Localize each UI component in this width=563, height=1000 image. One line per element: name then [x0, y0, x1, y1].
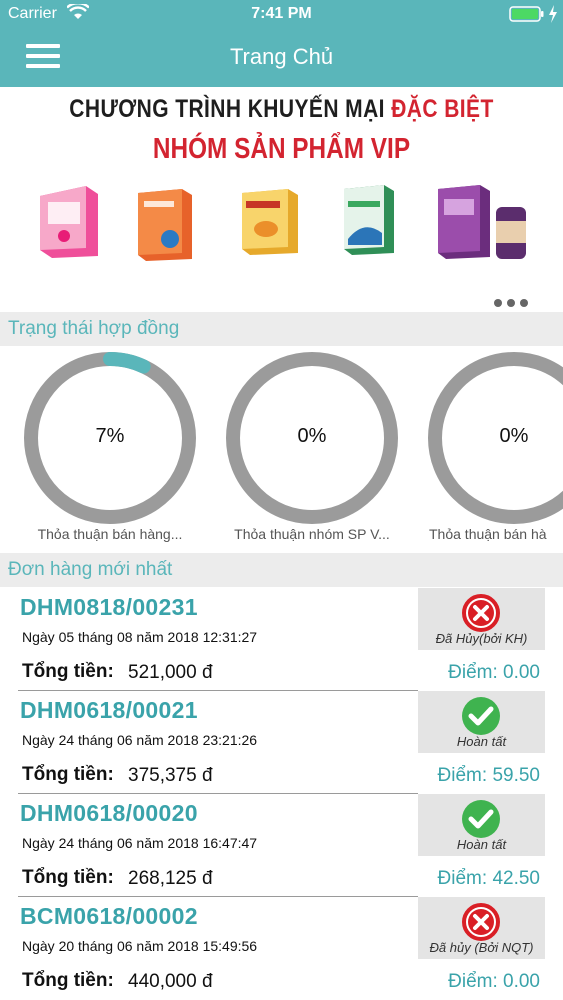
- carousel-dot: [520, 299, 528, 307]
- contract-gauge[interactable]: 0%: [224, 350, 400, 526]
- contract-gauge[interactable]: 7%: [22, 350, 198, 526]
- carousel-dot: [507, 299, 515, 307]
- order-date: Ngày 24 tháng 06 năm 2018 16:47:47: [22, 835, 258, 851]
- order-date: Ngày 24 tháng 06 năm 2018 23:21:26: [22, 732, 258, 748]
- battery-icon: [509, 6, 544, 22]
- order-date: Ngày 20 tháng 06 năm 2018 15:49:56: [22, 938, 258, 954]
- order-status-text: Hoàn tất: [456, 734, 507, 749]
- order-points: Điểm: 0.00: [448, 662, 540, 683]
- order-total: 268,125 đ: [128, 868, 213, 889]
- contract-progress-value: 0%: [297, 425, 327, 447]
- nav-bar: Trang Chủ: [0, 30, 563, 87]
- contract-name: Thỏa thuận bán hàng...: [37, 526, 183, 542]
- carousel-pagination[interactable]: [494, 294, 533, 312]
- cancel-icon: [462, 594, 500, 632]
- order-row[interactable]: DHM0818/00231 Ngày 05 tháng 08 năm 2018 …: [0, 588, 563, 692]
- contract-name: Thỏa thuận nhóm SP V...: [234, 526, 390, 542]
- banner-subheadline: NHÓM SẢN PHẨM VIP: [152, 133, 411, 165]
- product-box-green: [344, 185, 394, 255]
- contract-name: Thỏa thuận bán hà: [429, 526, 547, 542]
- order-code: BCM0618/00002: [20, 903, 198, 929]
- carousel-dot: [494, 299, 502, 307]
- total-label: Tổng tiền:: [22, 970, 114, 991]
- order-total: 375,375 đ: [128, 765, 213, 786]
- order-points: Điểm: 42.50: [437, 868, 540, 889]
- order-status-text: Đã hủy (Bởi NQT): [429, 940, 534, 955]
- total-label: Tổng tiền:: [22, 661, 114, 682]
- contracts-section-header: Trạng thái hợp đồng: [0, 312, 563, 346]
- order-row[interactable]: DHM0618/00020 Ngày 24 tháng 06 năm 2018 …: [0, 794, 563, 898]
- product-box-yellow: [242, 189, 298, 255]
- cancel-icon: [462, 903, 500, 941]
- total-label: Tổng tiền:: [22, 867, 114, 888]
- order-row[interactable]: BCM0618/00002 Ngày 20 tháng 06 năm 2018 …: [0, 897, 563, 1000]
- contract-gauge[interactable]: 0%: [426, 350, 563, 526]
- order-total: 440,000 đ: [128, 971, 213, 992]
- check-icon: [462, 697, 500, 735]
- order-status-badge: Hoàn tất: [418, 691, 545, 753]
- status-bar: Carrier 7:41 PM: [0, 0, 563, 30]
- app-header: Carrier 7:41 PM Trang Chủ: [0, 0, 563, 87]
- order-date: Ngày 05 tháng 08 năm 2018 12:31:27: [22, 629, 258, 645]
- banner-headline-part2: ĐẶC BIỆT: [391, 95, 494, 123]
- orders-list: DHM0818/00231 Ngày 05 tháng 08 năm 2018 …: [0, 588, 563, 1000]
- contract-progress-value: 0%: [499, 425, 529, 447]
- order-code: DHM0818/00231: [20, 594, 198, 620]
- contracts-carousel[interactable]: 7% Thỏa thuận bán hàng... 0% Thỏa thuận …: [0, 346, 563, 552]
- order-status-text: Hoàn tất: [456, 837, 507, 852]
- banner-headline-part1: CHƯƠNG TRÌNH KHUYẾN MẠI: [69, 95, 385, 123]
- order-status-badge: Hoàn tất: [418, 794, 545, 856]
- order-status-badge: Đã Hủy(bởi KH): [418, 588, 545, 650]
- contract-progress-value: 7%: [95, 425, 125, 447]
- order-status-badge: Đã hủy (Bởi NQT): [418, 897, 545, 959]
- product-box-orange: [138, 189, 192, 261]
- product-box-purple: [438, 185, 526, 259]
- banner-headline: CHƯƠNG TRÌNH KHUYẾN MẠI ĐẶC BIỆT: [45, 95, 518, 124]
- order-code: DHM0618/00020: [20, 800, 198, 826]
- order-points: Điểm: 0.00: [448, 971, 540, 992]
- check-icon: [462, 800, 500, 838]
- order-status-text: Đã Hủy(bởi KH): [435, 631, 528, 646]
- total-label: Tổng tiền:: [22, 764, 114, 785]
- product-box-pink: [40, 186, 98, 258]
- clock: 7:41 PM: [251, 5, 312, 22]
- order-points: Điểm: 59.50: [437, 765, 540, 786]
- order-row[interactable]: DHM0618/00021 Ngày 24 tháng 06 năm 2018 …: [0, 691, 563, 795]
- order-code: DHM0618/00021: [20, 697, 198, 723]
- page-title: Trang Chủ: [229, 44, 334, 69]
- charging-icon: [549, 5, 557, 23]
- promo-banner[interactable]: CHƯƠNG TRÌNH KHUYẾN MẠI ĐẶC BIỆT NHÓM SẢ…: [0, 87, 563, 312]
- orders-section-header: Đơn hàng mới nhất: [0, 553, 563, 587]
- order-total: 521,000 đ: [128, 662, 213, 683]
